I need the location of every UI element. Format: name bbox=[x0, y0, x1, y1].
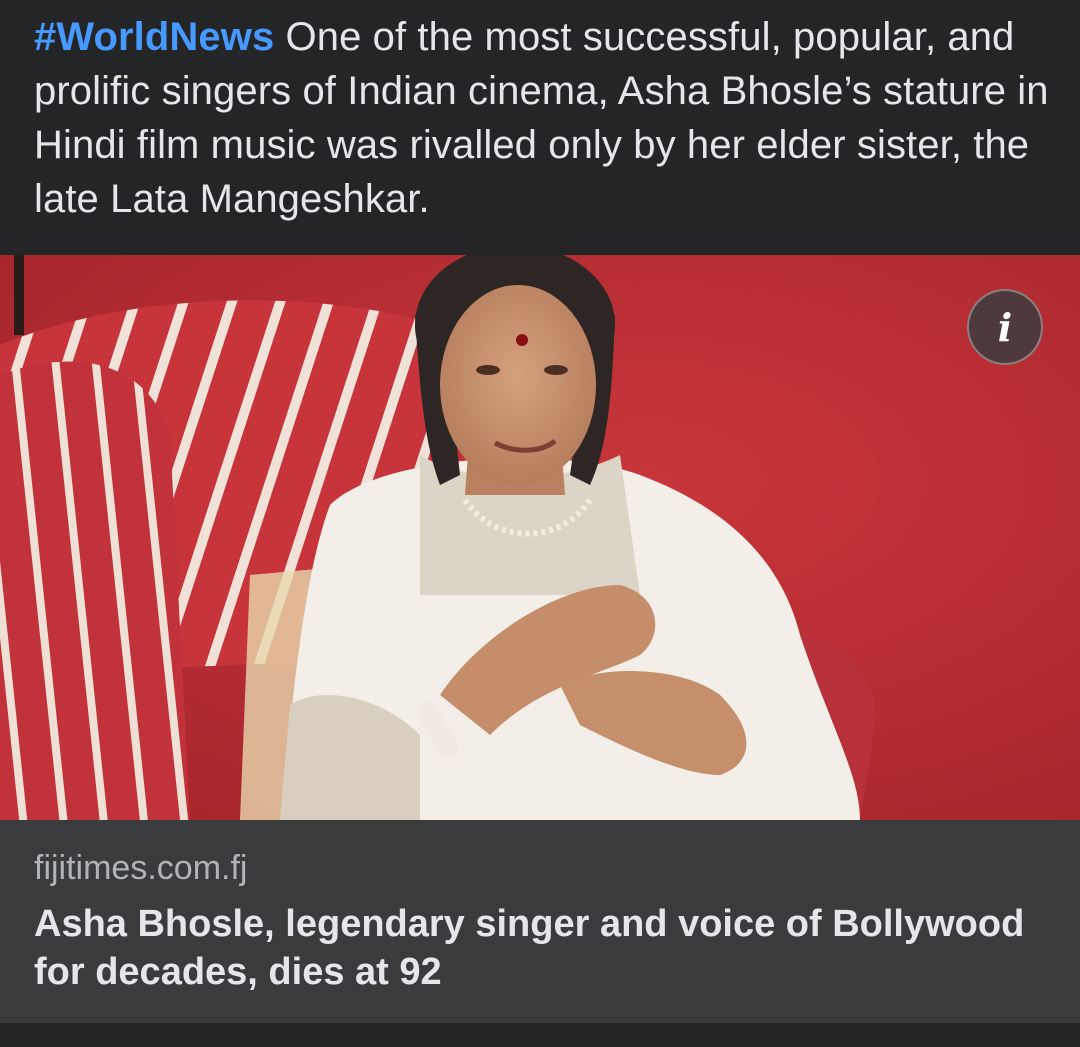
article-image[interactable] bbox=[0, 255, 1080, 820]
news-post: #WorldNews One of the most successful, p… bbox=[0, 0, 1080, 1047]
hashtag-link[interactable]: #WorldNews bbox=[34, 15, 274, 59]
info-icon: i bbox=[997, 304, 1013, 350]
link-domain: fijitimes.com.fj bbox=[34, 849, 248, 887]
photo-illustration bbox=[0, 255, 1080, 820]
info-button[interactable]: i bbox=[967, 289, 1043, 365]
post-text: #WorldNews One of the most successful, p… bbox=[34, 10, 1054, 226]
bottom-divider bbox=[0, 1023, 1080, 1047]
link-title[interactable]: Asha Bhosle, legendary singer and voice … bbox=[34, 900, 1034, 996]
link-preview-card[interactable]: fijitimes.com.fj Asha Bhosle, legendary … bbox=[0, 820, 1080, 1023]
